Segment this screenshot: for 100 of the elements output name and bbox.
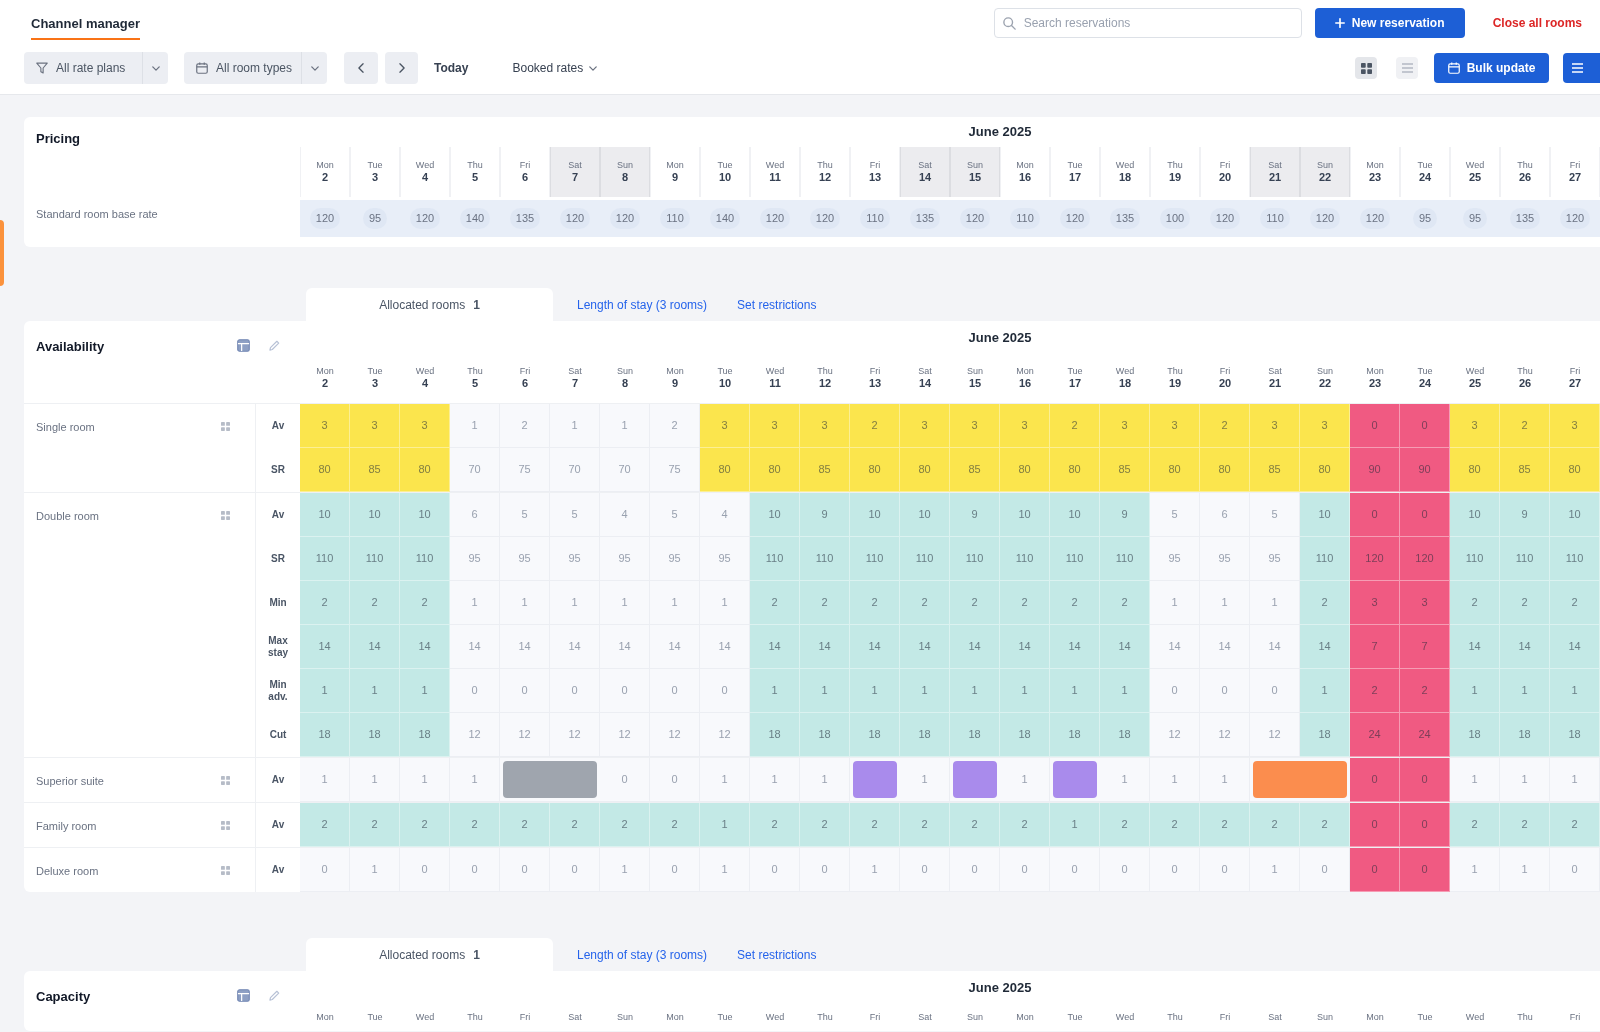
table-cell: 14 (1300, 625, 1350, 669)
table-cell: 2 (350, 803, 400, 847)
table-cell: 0 (1200, 848, 1250, 892)
table-cell: 2 (1400, 669, 1450, 713)
table-cell: 1 (1000, 669, 1050, 713)
weekday-label: Fri (1569, 161, 1581, 170)
table-cell: 110 (1100, 537, 1150, 581)
search-field[interactable]: Search reservations (993, 8, 1302, 38)
booking-block[interactable] (853, 761, 897, 798)
table-cell: 14 (1050, 625, 1100, 669)
table-cell: 110 (950, 537, 1000, 581)
booking-block[interactable] (953, 761, 997, 798)
table-cell: 10 (1550, 493, 1600, 537)
rate-view-dropdown[interactable]: Booked rates (512, 59, 598, 77)
previous-button[interactable] (344, 52, 378, 84)
weekday-label: Tue (1417, 161, 1433, 170)
table-cell: 80 (1450, 448, 1500, 492)
table-cell: 18 (400, 713, 450, 757)
table-cell: 14 (350, 625, 400, 669)
room-type-label: Superior suite (36, 774, 104, 789)
weekday-label: Tue (1417, 367, 1433, 376)
table-cell: 0 (1100, 848, 1150, 892)
today-button[interactable]: Today (434, 59, 469, 77)
table-cell: 0 (300, 848, 350, 892)
table-cell: 14 (1450, 625, 1500, 669)
grid-icon (221, 511, 230, 520)
section-tab[interactable]: Length of stay (3 rooms) (577, 938, 708, 971)
weekday-label: Mon (1016, 367, 1034, 376)
bulk-update-button[interactable]: Bulk update (1434, 53, 1549, 83)
table-cell: 1 (1200, 758, 1250, 802)
filter-icon (36, 62, 48, 74)
weekday-label: Sat (918, 161, 932, 170)
section-tab[interactable]: Set restrictions (737, 938, 817, 971)
booking-block[interactable] (1253, 761, 1347, 798)
table-cell: 18 (750, 713, 800, 757)
calendar-icon (196, 62, 208, 74)
list-view-button[interactable] (1396, 57, 1418, 79)
table-cell: 1 (750, 669, 800, 713)
section-title: Capacity (36, 988, 91, 1006)
day-number: 11 (769, 172, 781, 183)
booking-block[interactable] (1053, 761, 1097, 798)
caret-icon (589, 65, 598, 71)
table-cell: 2 (1100, 581, 1150, 625)
grid-view-button[interactable] (1355, 57, 1377, 79)
table-cell: 10 (900, 493, 950, 537)
table-cell: 80 (1300, 448, 1350, 492)
table-cell: 80 (750, 448, 800, 492)
table-cell: 0 (1150, 848, 1200, 892)
weekday-label: Wed (415, 161, 435, 170)
day-number: 7 (571, 172, 579, 183)
filter-dropdown[interactable]: All rate plans (24, 52, 168, 84)
new-reservation-button[interactable]: New reservation (1314, 8, 1465, 38)
table-cell: 1 (400, 669, 450, 713)
table-cell: 9 (950, 493, 1000, 537)
weekday-label: Sun (617, 1012, 633, 1022)
section-tab[interactable]: Set restrictions (737, 288, 817, 321)
table-cell: 18 (350, 713, 400, 757)
weekday-label: Thu (467, 367, 483, 376)
table-cell: 0 (450, 848, 500, 892)
table-cell: 0 (1400, 758, 1450, 802)
close-rooms-link[interactable]: Close all rooms (1492, 14, 1582, 32)
table-cell: 2 (1550, 581, 1600, 625)
table-cell: 24 (1400, 713, 1450, 757)
booking-block[interactable] (503, 761, 597, 798)
table-cell: 14 (850, 625, 900, 669)
table-cell: 3 (1100, 404, 1150, 448)
table-cell: 80 (1050, 448, 1100, 492)
weekday-label: Thu (1167, 1012, 1183, 1022)
table-cell: 1 (1000, 758, 1050, 802)
table-cell: 12 (450, 713, 500, 757)
weekday-label: Tue (1067, 367, 1083, 376)
table-cell: 2 (1000, 581, 1050, 625)
search-icon (1002, 17, 1016, 30)
table-cell: 3 (1550, 404, 1600, 448)
weekday-label: Sun (1317, 1012, 1333, 1022)
section-tab[interactable]: Length of stay (3 rooms) (577, 288, 708, 321)
weekday-label: Tue (367, 161, 383, 170)
table-cell: 0 (1350, 803, 1400, 847)
table-cell: 3 (300, 404, 350, 448)
table-cell: 110 (350, 537, 400, 581)
grid-icon (221, 422, 230, 431)
day-number: 15 (968, 378, 982, 389)
day-number: 13 (868, 378, 882, 389)
toolbar-button[interactable] (1563, 53, 1600, 83)
table-cell: 0 (1550, 848, 1600, 892)
weekday-label: Fri (869, 367, 881, 376)
section-tab[interactable]: Allocated rooms 1 (306, 288, 553, 321)
filter-dropdown[interactable]: All room types (184, 52, 327, 84)
header-tab[interactable]: Channel manager (31, 14, 141, 40)
next-button[interactable] (385, 52, 418, 84)
table-cell: 85 (800, 448, 850, 492)
table-cell: 2 (1200, 803, 1250, 847)
price-value: 110 (660, 208, 690, 229)
table-cell: 18 (1000, 713, 1050, 757)
table-cell: 18 (1100, 713, 1150, 757)
table-cell: 1 (1150, 758, 1200, 802)
day-number: 14 (918, 378, 932, 389)
price-value: 120 (1209, 208, 1241, 229)
section-tab[interactable]: Allocated rooms 1 (306, 938, 553, 971)
table-cell: 2 (800, 581, 850, 625)
